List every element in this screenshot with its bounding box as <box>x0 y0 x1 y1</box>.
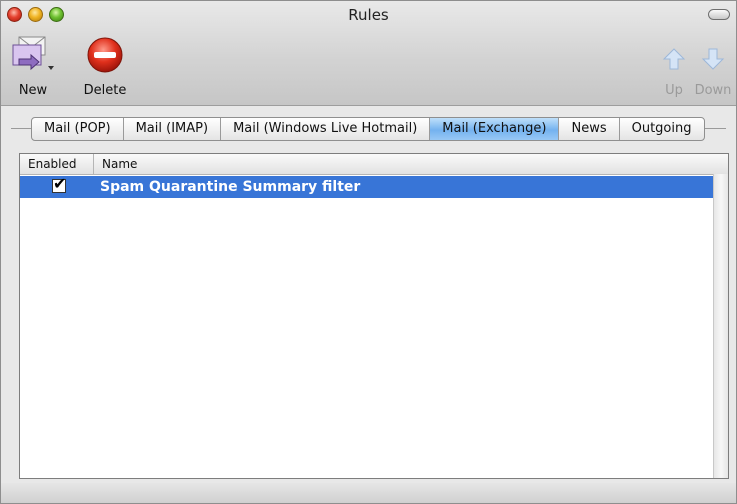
up-button-label: Up <box>665 83 683 98</box>
column-header-enabled[interactable]: Enabled <box>20 154 94 174</box>
down-button-label: Down <box>694 83 732 98</box>
down-arrow-icon <box>701 48 725 70</box>
vertical-scrollbar[interactable] <box>713 174 728 478</box>
account-type-tabs: Mail (POP) Mail (IMAP) Mail (Windows Liv… <box>31 117 705 141</box>
rule-name: Spam Quarantine Summary filter <box>100 179 361 195</box>
rules-list: Enabled Name ✔ Spam Quarantine Summary f… <box>19 153 729 479</box>
toolbar-area: Rules New Delete Up Down <box>1 1 736 106</box>
rules-list-header: Enabled Name <box>20 154 728 175</box>
new-button-label: New <box>18 83 48 98</box>
new-rule-icon <box>12 36 54 71</box>
delete-button-label: Delete <box>83 83 127 98</box>
new-rule-button[interactable]: New <box>9 35 57 98</box>
tab-outgoing[interactable]: Outgoing <box>620 118 704 140</box>
window-title: Rules <box>348 6 389 24</box>
tab-mail-imap[interactable]: Mail (IMAP) <box>124 118 222 140</box>
table-row[interactable]: ✔ Spam Quarantine Summary filter <box>20 174 714 198</box>
delete-icon <box>87 37 123 73</box>
rules-window: Rules New Delete Up Down Mail (POP) Mail… <box>0 0 737 504</box>
move-up-button[interactable]: Up <box>659 35 689 98</box>
tab-news[interactable]: News <box>559 118 620 140</box>
enabled-checkbox[interactable]: ✔ <box>52 174 66 193</box>
tab-mail-windows-live-hotmail[interactable]: Mail (Windows Live Hotmail) <box>221 118 431 140</box>
up-arrow-icon <box>662 48 686 70</box>
status-bar <box>1 483 736 503</box>
checkmark-icon: ✔ <box>53 174 67 193</box>
tab-mail-exchange[interactable]: Mail (Exchange) <box>430 118 560 140</box>
delete-rule-button[interactable]: Delete <box>75 35 135 98</box>
toolbar-toggle-button[interactable] <box>708 9 730 20</box>
tab-mail-pop[interactable]: Mail (POP) <box>32 118 124 140</box>
move-down-button[interactable]: Down <box>691 35 735 98</box>
column-header-name[interactable]: Name <box>94 154 137 174</box>
